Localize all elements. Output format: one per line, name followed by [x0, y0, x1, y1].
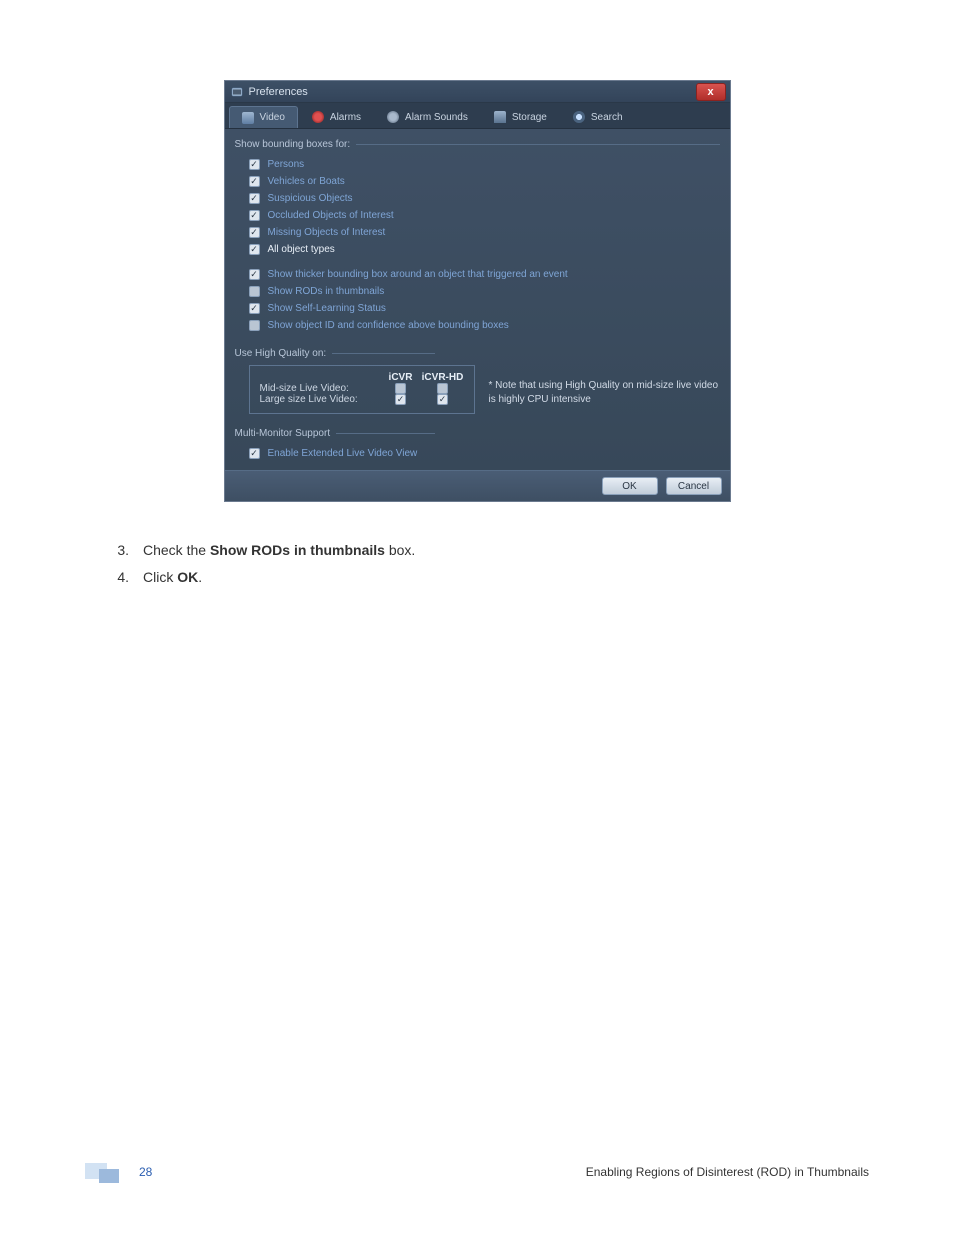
- checkbox-icon: [249, 176, 260, 187]
- checkbox-suspicious-objects[interactable]: Suspicious Objects: [235, 190, 720, 207]
- bounding-section-header: Show bounding boxes for:: [235, 139, 720, 150]
- page-footer: 28 Enabling Regions of Disinterest (ROD)…: [85, 1161, 869, 1183]
- checkbox-midsize-icvrhd[interactable]: [422, 383, 464, 394]
- checkbox-icon: [437, 394, 448, 405]
- preferences-dialog-screenshot: Preferences x Video Alarms Alarm Sounds …: [224, 80, 731, 502]
- instruction-steps: 3. Check the Show RODs in thumbnails box…: [115, 537, 869, 590]
- quality-section-header: Use High Quality on:: [235, 348, 435, 359]
- checkbox-icon: [249, 159, 260, 170]
- step-text: Check the Show RODs in thumbnails box.: [143, 537, 415, 564]
- column-header-icvr: iCVR: [380, 372, 422, 383]
- checkbox-extended-live-video[interactable]: Enable Extended Live Video View: [235, 445, 720, 462]
- tab-search[interactable]: Search: [561, 106, 635, 128]
- cancel-button[interactable]: Cancel: [666, 477, 722, 495]
- page-number: 28: [139, 1165, 152, 1179]
- tab-label: Alarm Sounds: [405, 112, 468, 123]
- column-header-icvr-hd: iCVR-HD: [422, 372, 464, 383]
- tab-label: Search: [591, 112, 623, 123]
- multimonitor-section-header: Multi-Monitor Support: [235, 428, 435, 439]
- section-title: Enabling Regions of Disinterest (ROD) in…: [586, 1165, 869, 1179]
- checkbox-label: Show Self-Learning Status: [268, 303, 386, 314]
- close-icon: x: [707, 86, 713, 98]
- checkbox-label: Occluded Objects of Interest: [268, 210, 394, 221]
- checkbox-label: Show RODs in thumbnails: [268, 286, 385, 297]
- search-icon: [573, 111, 585, 123]
- ok-button[interactable]: OK: [602, 477, 658, 495]
- checkbox-all-object-types[interactable]: All object types: [235, 241, 720, 258]
- checkbox-label: Missing Objects of Interest: [268, 227, 386, 238]
- tab-storage[interactable]: Storage: [482, 106, 559, 128]
- checkbox-occluded-objects[interactable]: Occluded Objects of Interest: [235, 207, 720, 224]
- checkbox-icon: [437, 383, 448, 394]
- checkbox-label: Vehicles or Boats: [268, 176, 345, 187]
- checkbox-icon: [395, 394, 406, 405]
- checkbox-object-id-confidence[interactable]: Show object ID and confidence above boun…: [235, 317, 720, 334]
- step-text: Click OK.: [143, 564, 202, 591]
- tab-label: Video: [260, 112, 285, 123]
- speaker-icon: [387, 111, 399, 123]
- tab-alarm-sounds[interactable]: Alarm Sounds: [375, 106, 480, 128]
- quality-note: * Note that using High Quality on mid-si…: [489, 365, 720, 406]
- monitor-icon: [242, 112, 254, 124]
- tab-strip: Video Alarms Alarm Sounds Storage Search: [225, 103, 730, 129]
- row-label-large-size: Large size Live Video:: [260, 394, 380, 405]
- footer-logo-icon: [85, 1161, 127, 1183]
- checkbox-icon: [395, 383, 406, 394]
- storage-icon: [494, 111, 506, 123]
- step-number: 3.: [115, 537, 129, 564]
- dialog-footer: OK Cancel: [225, 470, 730, 501]
- checkbox-thicker-box[interactable]: Show thicker bounding box around an obje…: [235, 266, 720, 283]
- titlebar: Preferences x: [225, 81, 730, 103]
- checkbox-icon: [249, 244, 260, 255]
- tab-label: Storage: [512, 112, 547, 123]
- checkbox-show-rods[interactable]: Show RODs in thumbnails: [235, 283, 720, 300]
- checkbox-midsize-icvr[interactable]: [380, 383, 422, 394]
- row-label-mid-size: Mid-size Live Video:: [260, 383, 380, 394]
- checkbox-icon: [249, 227, 260, 238]
- checkbox-missing-objects[interactable]: Missing Objects of Interest: [235, 224, 720, 241]
- checkbox-self-learning[interactable]: Show Self-Learning Status: [235, 300, 720, 317]
- step-number: 4.: [115, 564, 129, 591]
- close-button[interactable]: x: [696, 83, 726, 101]
- checkbox-label: Suspicious Objects: [268, 193, 353, 204]
- checkbox-label: All object types: [268, 244, 335, 255]
- tab-label: Alarms: [330, 112, 361, 123]
- checkbox-label: Persons: [268, 159, 305, 170]
- checkbox-icon: [249, 303, 260, 314]
- dialog-content: Show bounding boxes for: Persons Vehicle…: [225, 129, 730, 470]
- checkbox-label: Enable Extended Live Video View: [268, 448, 418, 459]
- checkbox-persons[interactable]: Persons: [235, 156, 720, 173]
- checkbox-icon: [249, 193, 260, 204]
- checkbox-icon: [249, 320, 260, 331]
- step-4: 4. Click OK.: [115, 564, 869, 591]
- checkbox-largesize-icvr[interactable]: [380, 394, 422, 405]
- quality-table: iCVR iCVR-HD Mid-size Live Video: Large …: [249, 365, 475, 414]
- checkbox-vehicles-boats[interactable]: Vehicles or Boats: [235, 173, 720, 190]
- checkbox-label: Show thicker bounding box around an obje…: [268, 269, 568, 280]
- alarm-icon: [312, 111, 324, 123]
- checkbox-label: Show object ID and confidence above boun…: [268, 320, 509, 331]
- tab-video[interactable]: Video: [229, 106, 298, 128]
- checkbox-icon: [249, 210, 260, 221]
- tab-alarms[interactable]: Alarms: [300, 106, 373, 128]
- checkbox-icon: [249, 286, 260, 297]
- app-icon: [231, 87, 243, 97]
- checkbox-icon: [249, 448, 260, 459]
- checkbox-icon: [249, 269, 260, 280]
- checkbox-largesize-icvrhd[interactable]: [422, 394, 464, 405]
- step-3: 3. Check the Show RODs in thumbnails box…: [115, 537, 869, 564]
- dialog-title: Preferences: [249, 86, 308, 98]
